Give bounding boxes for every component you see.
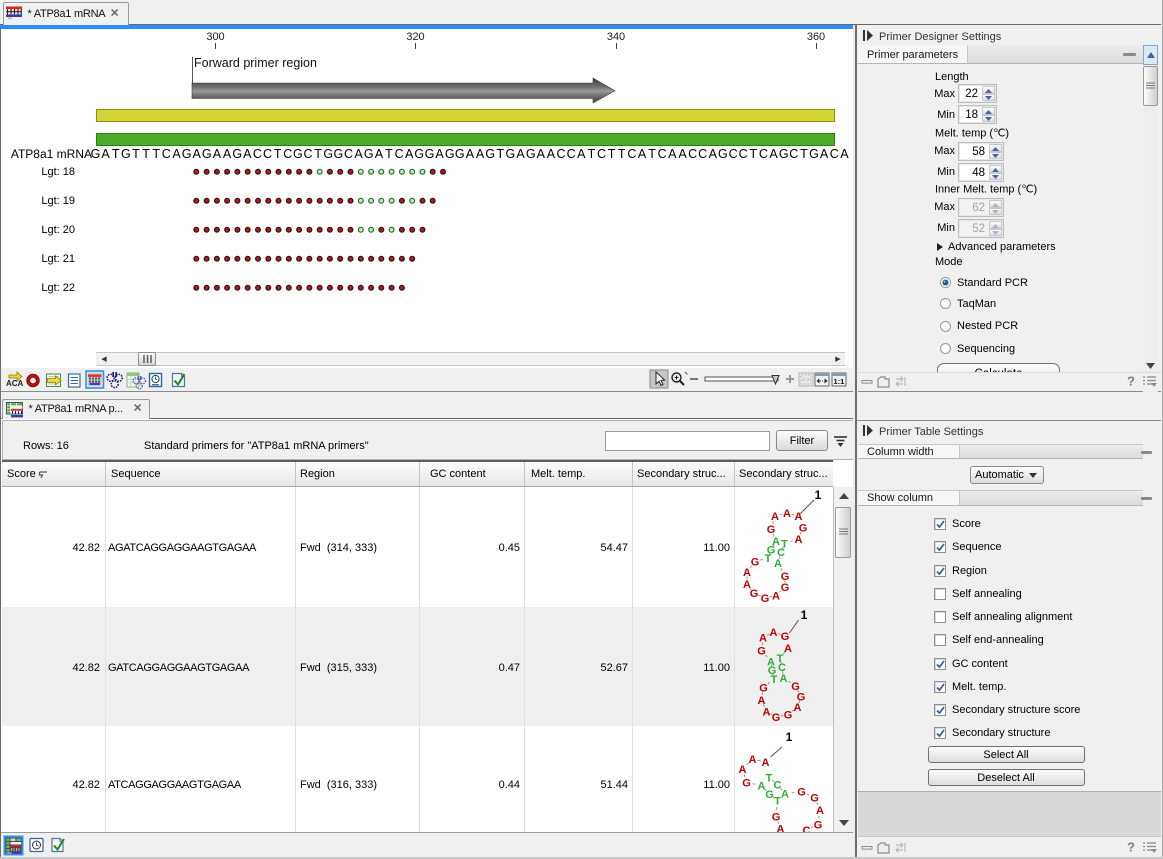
svg-text:T: T <box>766 773 773 785</box>
svg-text:T: T <box>771 674 778 686</box>
svg-text:A: A <box>758 695 766 707</box>
svg-text:G: G <box>797 787 806 799</box>
svg-text:G: G <box>757 646 766 658</box>
svg-text:A: A <box>749 754 757 766</box>
svg-text:C: C <box>774 780 782 792</box>
svg-text:A: A <box>780 673 788 685</box>
svg-text:G: G <box>791 681 800 693</box>
svg-text:1: 1 <box>801 608 808 622</box>
svg-text:G: G <box>784 710 793 722</box>
svg-text:A: A <box>777 824 785 833</box>
svg-text:T: T <box>777 653 784 665</box>
svg-text:G: G <box>765 789 774 801</box>
svg-text:A: A <box>784 643 792 655</box>
svg-text:G: G <box>742 778 751 790</box>
svg-text:A: A <box>781 789 789 801</box>
svg-text:A: A <box>759 633 767 645</box>
svg-text:A: A <box>739 764 747 776</box>
svg-text:G: G <box>759 683 768 695</box>
svg-text:C: C <box>803 825 811 832</box>
svg-text:1: 1 <box>786 730 793 744</box>
svg-text:A: A <box>816 805 824 817</box>
svg-text:G: G <box>814 820 823 832</box>
svg-text:G: G <box>772 712 781 724</box>
svg-text:A: A <box>762 757 770 769</box>
svg-text:G: G <box>810 793 819 805</box>
svg-text:G: G <box>797 692 806 704</box>
svg-text:G: G <box>772 812 781 824</box>
svg-text:A: A <box>794 702 802 714</box>
svg-text:A: A <box>763 707 771 719</box>
svg-text:A: A <box>770 627 778 639</box>
svg-text:G: G <box>781 631 790 643</box>
